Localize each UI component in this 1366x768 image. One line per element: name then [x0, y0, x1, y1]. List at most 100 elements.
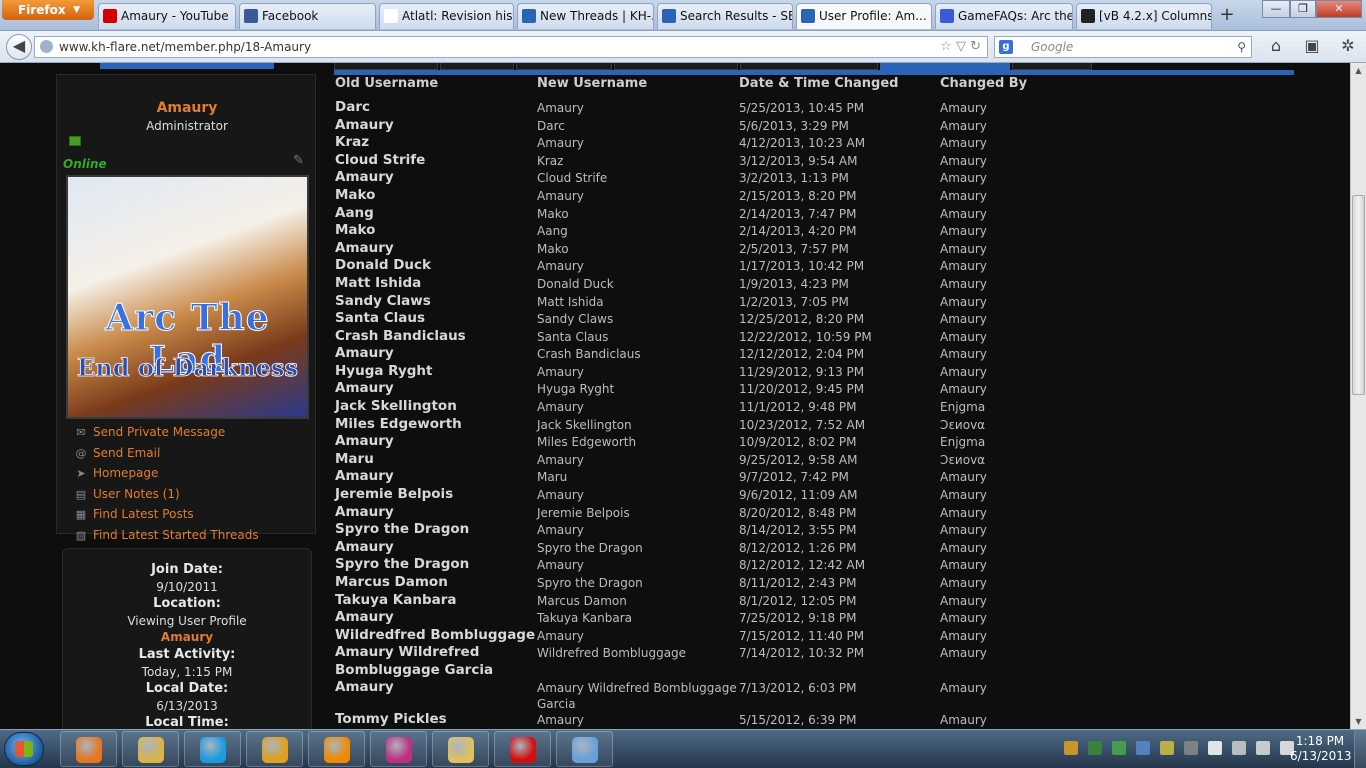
- browser-tab[interactable]: Search Results - SE...: [657, 3, 793, 29]
- tab-3[interactable]: [516, 63, 612, 70]
- paint-app[interactable]: [556, 731, 613, 767]
- scroll-down-icon[interactable]: ▼: [1351, 714, 1366, 729]
- cell-old: Amaury Wildrefred: [335, 644, 480, 660]
- profile-link[interactable]: Send Private Message: [93, 425, 225, 439]
- firefox-app[interactable]: [60, 731, 117, 767]
- start-button[interactable]: [4, 732, 44, 766]
- tab-1[interactable]: [334, 63, 438, 70]
- search-input[interactable]: g Google ⚲: [994, 36, 1252, 58]
- url-bar[interactable]: www.kh-flare.net/member.php/18-Amaury ☆ …: [34, 36, 988, 58]
- firefox-menu-button[interactable]: Firefox ▼: [2, 0, 94, 20]
- cell-old: Amaury: [335, 609, 394, 625]
- cell-old: Mako: [335, 187, 376, 203]
- cell-date: 9/6/2012, 11:09 AM: [739, 488, 858, 502]
- youtube-icon: [103, 9, 117, 23]
- profile-link[interactable]: Find Latest Started Threads: [93, 528, 259, 542]
- back-button[interactable]: ◀: [6, 34, 32, 60]
- volume-icon[interactable]: [1256, 741, 1270, 755]
- record-app[interactable]: [494, 731, 551, 767]
- explorer-app[interactable]: [122, 731, 179, 767]
- cell-date: 2/5/2013, 7:57 PM: [739, 242, 849, 256]
- tab-username-history[interactable]: [880, 63, 1010, 70]
- cell-by: Amaury: [940, 224, 987, 238]
- info-value: Viewing User Profile: [127, 614, 247, 628]
- minimize-button[interactable]: —: [1262, 0, 1290, 18]
- vlc-app[interactable]: [308, 731, 365, 767]
- wikipedia-icon: [384, 9, 398, 23]
- vertical-scrollbar[interactable]: ▲ ▼: [1350, 63, 1366, 729]
- cell-date: 11/1/2012, 9:48 PM: [739, 400, 857, 414]
- cell-date: 3/2/2013, 1:13 PM: [739, 171, 849, 185]
- scrollbar-thumb[interactable]: [1352, 195, 1365, 395]
- cell-new: Matt Ishida: [537, 295, 604, 309]
- google-icon[interactable]: g: [999, 40, 1013, 54]
- scroll-up-icon[interactable]: ▲: [1351, 63, 1366, 78]
- tray-app-icon[interactable]: [1112, 741, 1126, 755]
- url-dropdown-icon[interactable]: ▽: [956, 39, 966, 54]
- profile-link[interactable]: User Notes (1): [93, 487, 180, 501]
- profile-link[interactable]: Homepage: [93, 466, 158, 480]
- browser-tab[interactable]: Facebook: [239, 3, 376, 29]
- tray-app-icon[interactable]: [1064, 741, 1078, 755]
- profile-link[interactable]: Find Latest Posts: [93, 507, 194, 521]
- tab-2[interactable]: [440, 63, 514, 70]
- cell-by: Amaury: [940, 295, 987, 309]
- browser-tab[interactable]: New Threads | KH-...: [517, 3, 654, 29]
- reload-icon[interactable]: ↻: [970, 39, 981, 54]
- cell-old: Takuya Kanbara: [335, 592, 457, 608]
- cell-old: Mako: [335, 222, 376, 238]
- browser-tab[interactable]: GameFAQs: Arc the...: [935, 3, 1073, 29]
- cell-date: 12/12/2012, 2:04 PM: [739, 347, 865, 361]
- cell-old: Amaury: [335, 679, 394, 695]
- cell-new: Amaury: [537, 713, 584, 727]
- tab-5[interactable]: [740, 63, 878, 70]
- show-desktop-button[interactable]: [1354, 730, 1366, 768]
- cell-new: Amaury: [537, 400, 584, 414]
- tools-icon[interactable]: ✲: [1338, 36, 1358, 56]
- cell-by: Amaury: [940, 488, 987, 502]
- flag-icon[interactable]: [1208, 741, 1222, 755]
- clock[interactable]: 1:18 PM 6/13/2013: [1290, 734, 1352, 764]
- forum-icon: [801, 9, 815, 23]
- network-icon[interactable]: [1232, 741, 1246, 755]
- home-icon[interactable]: ⌂: [1266, 36, 1286, 56]
- paint-tools-app[interactable]: [370, 731, 427, 767]
- info-value-link[interactable]: Amaury: [63, 630, 311, 644]
- browser-tab[interactable]: Atlatl: Revision hist...: [379, 3, 514, 29]
- skype-app[interactable]: [184, 731, 241, 767]
- cell-new: Donald Duck: [537, 277, 614, 291]
- tray-app-icon[interactable]: [1160, 741, 1174, 755]
- browser-tab[interactable]: [vB 4.2.x] Columns'...: [1076, 3, 1212, 29]
- taskbar: 1:18 PM 6/13/2013: [0, 729, 1366, 768]
- cell-old: Amaury: [335, 380, 394, 396]
- folder-app[interactable]: [432, 731, 489, 767]
- tray-app-icon[interactable]: [1136, 741, 1150, 755]
- cell-by: Amaury: [940, 541, 987, 555]
- cell-by: Amaury: [940, 646, 987, 660]
- cell-old: Amaury: [335, 169, 394, 185]
- browser-tab[interactable]: User Profile: Am...: [796, 3, 932, 29]
- at-icon: @: [75, 446, 87, 460]
- browser-tab[interactable]: Amaury - YouTube: [98, 3, 236, 29]
- tab-7[interactable]: [1012, 63, 1092, 70]
- tray-app-icon[interactable]: [1184, 741, 1198, 755]
- cell-date: 2/14/2013, 7:47 PM: [739, 207, 857, 221]
- profile-link[interactable]: Send Email: [93, 446, 160, 460]
- cell-by: Amaury: [940, 154, 987, 168]
- search-icon[interactable]: ⚲: [1237, 37, 1246, 57]
- tab-4[interactable]: [614, 63, 738, 70]
- cell-old: Amaury: [335, 539, 394, 555]
- search-placeholder: Google: [1031, 40, 1074, 54]
- bookmarks-icon[interactable]: ▣: [1302, 36, 1322, 56]
- media-app[interactable]: [246, 731, 303, 767]
- edit-pencil-icon[interactable]: ✎: [293, 153, 304, 168]
- bookmark-star-icon[interactable]: ☆: [940, 39, 952, 54]
- tray-app-icon[interactable]: [1088, 741, 1102, 755]
- cell-date: 10/23/2012, 7:52 AM: [739, 418, 866, 432]
- cell-date: 8/14/2012, 3:55 PM: [739, 523, 857, 537]
- maximize-button[interactable]: ❐: [1290, 0, 1316, 18]
- close-window-button[interactable]: ✕: [1316, 0, 1362, 18]
- skype-icon: [200, 737, 226, 763]
- cell-old: Tommy Pickles: [335, 711, 447, 727]
- new-tab-button[interactable]: +: [1214, 4, 1240, 28]
